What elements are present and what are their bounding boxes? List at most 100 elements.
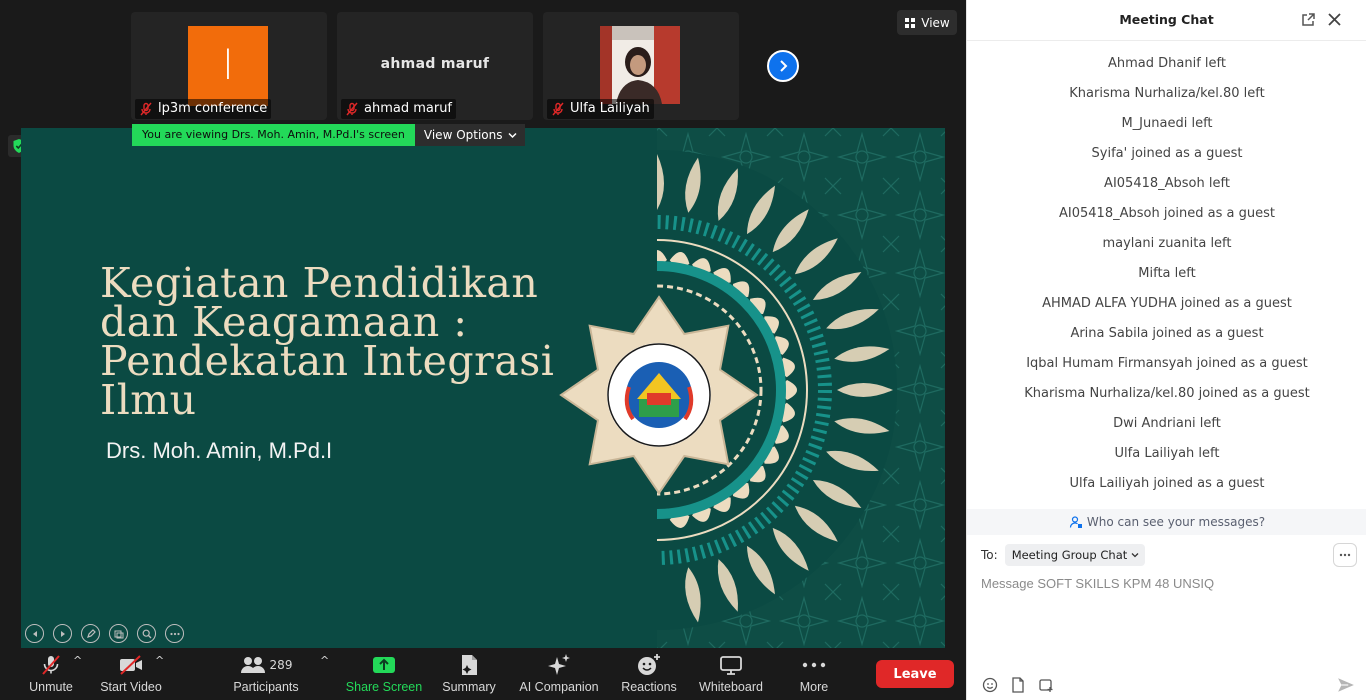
- unmute-label: Unmute: [29, 680, 73, 694]
- close-icon[interactable]: [1327, 12, 1342, 27]
- smiley-icon: [982, 677, 998, 693]
- send-icon[interactable]: [1337, 676, 1355, 694]
- participant-video: [600, 26, 680, 104]
- participants-count: 289: [269, 658, 293, 672]
- chat-system-message: AI05418_Absoh left: [1104, 176, 1230, 191]
- ellipsis-icon: [802, 662, 826, 668]
- pen-icon: [86, 628, 96, 638]
- magnifier-icon: [142, 629, 151, 638]
- video-options-caret[interactable]: ^: [155, 654, 164, 667]
- whiteboard-button[interactable]: Whiteboard: [695, 648, 767, 700]
- participant-name: ahmad maruf: [364, 101, 453, 116]
- recipient-value: Meeting Group Chat: [1011, 548, 1128, 562]
- slide-title: Kegiatan Pendidikan dan Keagamaan : Pend…: [100, 263, 570, 421]
- zoom-slide-button[interactable]: [137, 624, 156, 643]
- slides-grid-button[interactable]: [109, 624, 128, 643]
- attach-file-button[interactable]: [1009, 676, 1027, 694]
- participants-icon: [240, 657, 265, 673]
- whiteboard-icon: [720, 656, 742, 675]
- more-button[interactable]: More: [790, 648, 838, 700]
- mic-muted-icon: [42, 655, 60, 675]
- share-screen-button[interactable]: Share Screen: [344, 648, 424, 700]
- triangle-right-icon: [60, 630, 65, 637]
- chat-system-message: Ulfa Lailiyah left: [1114, 446, 1220, 461]
- participant-display-name: ahmad maruf: [380, 56, 490, 72]
- chat-system-message: Ulfa Lailiyah joined as a guest: [1069, 476, 1265, 491]
- pop-out-icon[interactable]: [1301, 12, 1316, 27]
- view-layout-button[interactable]: View: [897, 10, 957, 35]
- triangle-left-icon: [32, 630, 37, 637]
- unmute-button[interactable]: Unmute: [22, 648, 80, 700]
- summary-button[interactable]: Summary: [439, 648, 499, 700]
- next-slide-button[interactable]: [53, 624, 72, 643]
- next-participants-button[interactable]: [767, 50, 799, 82]
- chat-system-message: AHMAD ALFA YUDHA joined as a guest: [1042, 296, 1292, 311]
- ellipsis-icon: [169, 632, 180, 635]
- chat-more-options-button[interactable]: [1333, 543, 1357, 567]
- who-can-see-label: Who can see your messages?: [1086, 515, 1266, 529]
- participants-label: Participants: [233, 680, 299, 694]
- recipient-row: To: Meeting Group Chat: [981, 544, 1146, 566]
- chat-system-message: Syifa' joined as a guest: [1091, 146, 1243, 161]
- view-options-button[interactable]: View Options: [414, 124, 525, 146]
- chat-system-message: M_Junaedi left: [1121, 116, 1213, 131]
- participant-name-tag: lp3m conference: [135, 99, 272, 119]
- ai-companion-button[interactable]: AI Companion: [516, 648, 602, 700]
- participant-avatar: l: [188, 26, 268, 106]
- grid-icon: [905, 17, 916, 28]
- chat-system-message: Iqbal Humam Firmansyah joined as a guest: [1026, 356, 1308, 371]
- whiteboard-label: Whiteboard: [699, 680, 763, 694]
- recipient-select[interactable]: Meeting Group Chat: [1004, 544, 1146, 566]
- summary-icon: [462, 655, 477, 675]
- slide-presenter-name: Drs. Moh. Amin, M.Pd.I: [106, 438, 333, 463]
- chevron-down-icon: [1131, 553, 1139, 558]
- zoom-meeting-window: l lp3m conference ahmad maruf ahmad maru…: [0, 0, 1366, 700]
- screenshot-icon: [1039, 679, 1053, 692]
- screenshot-button[interactable]: [1037, 676, 1055, 694]
- view-label: View: [921, 15, 950, 30]
- participant-name-tag: Ulfa Lailiyah: [547, 99, 654, 119]
- chat-system-message: Kharisma Nurhaliza/kel.80 left: [1069, 86, 1265, 101]
- participant-tile[interactable]: ahmad maruf ahmad maruf: [337, 12, 533, 120]
- start-video-label: Start Video: [100, 680, 162, 694]
- reactions-button[interactable]: Reactions: [619, 648, 679, 700]
- participant-name: lp3m conference: [158, 101, 268, 116]
- chat-system-message: Mifta left: [1138, 266, 1196, 281]
- sparkle-icon: [548, 654, 570, 675]
- recipient-label: To:: [981, 548, 998, 562]
- video-off-icon: [120, 655, 142, 675]
- chevron-down-icon: [507, 132, 517, 138]
- annotate-pen-button[interactable]: [81, 624, 100, 643]
- participants-button[interactable]: 289 Participants: [230, 648, 302, 700]
- chat-message-list: Ahmad Dhanif left Kharisma Nurhaliza/kel.…: [967, 49, 1366, 499]
- slides-icon: [114, 630, 123, 638]
- person-lock-icon: [1069, 516, 1082, 528]
- chat-system-message: Dwi Andriani left: [1113, 416, 1221, 431]
- slide-more-options-button[interactable]: [165, 624, 184, 643]
- emoji-button[interactable]: [981, 676, 999, 694]
- ellipsis-icon: [1339, 553, 1351, 557]
- leave-button[interactable]: Leave: [876, 660, 954, 688]
- share-screen-icon: [373, 657, 395, 673]
- chat-system-message: Ahmad Dhanif left: [1108, 56, 1226, 71]
- participant-tile[interactable]: l lp3m conference: [131, 12, 327, 120]
- participants-options-caret[interactable]: ^: [320, 654, 329, 667]
- participant-name: Ulfa Lailiyah: [570, 101, 650, 116]
- previous-slide-button[interactable]: [25, 624, 44, 643]
- meeting-stage: l lp3m conference ahmad maruf ahmad maru…: [0, 0, 966, 700]
- chat-message-input[interactable]: [981, 576, 1351, 666]
- chat-system-message: Arina Sabila joined as a guest: [1070, 326, 1264, 341]
- participant-tile[interactable]: Ulfa Lailiyah: [543, 12, 739, 120]
- meeting-chat-panel: Meeting Chat Ahmad Dhanif left Kharisma N…: [966, 0, 1366, 700]
- mic-muted-icon: [552, 102, 564, 116]
- smiley-plus-icon: [638, 654, 660, 675]
- mic-muted-icon: [346, 102, 358, 116]
- who-can-see-messages-link[interactable]: Who can see your messages?: [967, 509, 1366, 535]
- chat-system-message: AI05418_Absoh joined as a guest: [1059, 206, 1275, 221]
- audio-options-caret[interactable]: ^: [73, 654, 82, 667]
- chat-header: Meeting Chat: [967, 0, 1366, 41]
- ai-companion-label: AI Companion: [519, 680, 599, 694]
- more-label: More: [799, 680, 829, 694]
- participant-name-tag: ahmad maruf: [341, 99, 457, 119]
- file-icon: [1012, 677, 1024, 693]
